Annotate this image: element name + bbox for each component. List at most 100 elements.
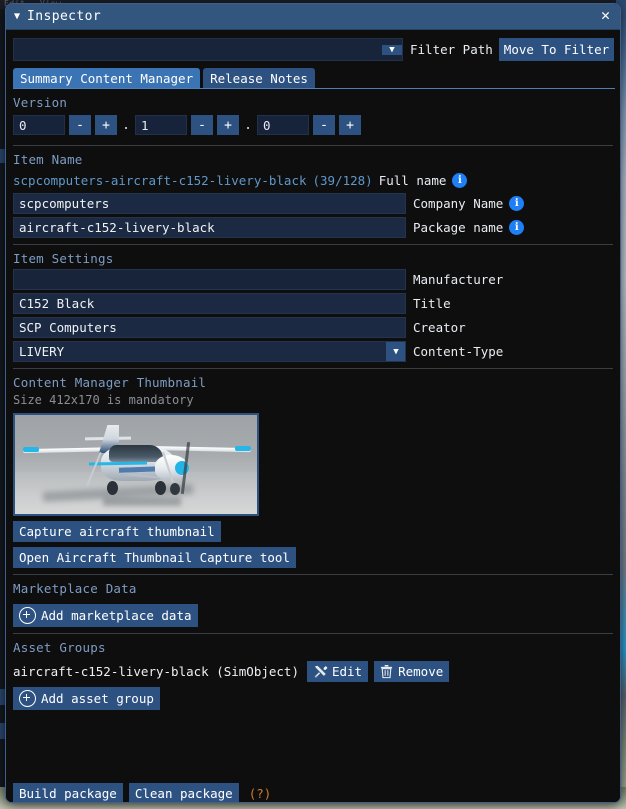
company-name-row: scpcomputers Company Name i [6, 193, 620, 214]
aircraft-cabin-windows [109, 445, 163, 462]
version-major-input[interactable]: 0 [13, 115, 65, 135]
help-link[interactable]: (?) [249, 786, 272, 801]
section-label-item-settings: Item Settings [13, 251, 114, 266]
version-major-increment-button[interactable]: + [95, 115, 117, 135]
aircraft-wheel-right [155, 481, 166, 495]
filter-bar: ▼ Filter Path Move To Filter [6, 38, 620, 61]
section-label-version: Version [13, 95, 68, 110]
triangle-down-icon[interactable]: ▼ [14, 11, 20, 22]
asset-group-name: aircraft-c152-livery-black (SimObject) [13, 664, 299, 679]
tools-icon [313, 664, 328, 679]
full-name-caption: Full name [378, 172, 447, 188]
tab-underline [13, 88, 615, 89]
trash-icon [380, 664, 393, 679]
manufacturer-input[interactable] [13, 269, 406, 290]
thumbnail-size-note: Size 412x170 is mandatory [13, 393, 194, 407]
build-package-button[interactable]: Build package [13, 782, 123, 802]
version-patch-decrement-button[interactable]: - [313, 115, 335, 135]
thumbnail-shadow-secondary [103, 497, 181, 506]
package-name-row: aircraft-c152-livery-black Package name … [6, 217, 620, 238]
remove-asset-group-button[interactable]: Remove [374, 661, 450, 682]
aircraft-wingtip-left [23, 447, 39, 452]
company-name-label: Company Name [413, 196, 504, 211]
thumbnail-preview-image[interactable] [13, 413, 259, 516]
version-major-decrement-button[interactable]: - [69, 115, 91, 135]
inspector-window: ▼ Inspector ✕ ▼ Filter Path Move To Filt… [5, 3, 621, 803]
remove-asset-group-label: Remove [398, 664, 444, 679]
edit-asset-group-button[interactable]: Edit [306, 661, 369, 682]
package-name-caption: Package name i [406, 220, 525, 235]
window-body: ▼ Filter Path Move To Filter Summary Con… [6, 38, 620, 802]
company-name-input[interactable]: scpcomputers [13, 193, 406, 214]
chevron-down-icon[interactable]: ▼ [386, 342, 405, 361]
content-type-label: Content-Type [413, 344, 504, 359]
aircraft-wheel-left [107, 481, 118, 495]
clean-package-button[interactable]: Clean package [128, 782, 239, 802]
creator-caption: Creator [406, 320, 466, 335]
title-caption: Title [406, 296, 451, 311]
version-separator-2: . [244, 117, 252, 133]
company-name-caption: Company Name i [406, 196, 525, 211]
window-title-bar[interactable]: ▼ Inspector ✕ [6, 4, 620, 30]
add-asset-group-label: Add asset group [41, 691, 154, 706]
plus-circle-icon [19, 607, 36, 624]
asset-group-item-row: aircraft-c152-livery-black (SimObject) E… [6, 658, 620, 682]
filter-path-label: Filter Path [410, 42, 493, 57]
section-label-item-name: Item Name [13, 152, 83, 167]
title-label: Title [413, 296, 451, 311]
move-to-filter-button[interactable]: Move To Filter [498, 38, 615, 61]
content-type-value: LIVERY [19, 344, 65, 359]
filter-path-combobox[interactable]: ▼ [13, 38, 403, 61]
add-asset-group-row: Add asset group [6, 682, 620, 710]
window-title: Inspector [27, 9, 102, 24]
info-icon[interactable]: i [509, 220, 525, 235]
thumbnail-wrapper [6, 411, 620, 516]
aircraft-wingtip-right [235, 446, 251, 451]
package-name-label: Package name [413, 220, 504, 235]
footer-bar: Build package Clean package (?) [6, 775, 620, 802]
tab-summary-content-manager[interactable]: Summary Content Manager [13, 68, 201, 89]
full-name-value: scpcomputers-aircraft-c152-livery-black [13, 172, 307, 188]
content-type-caption: Content-Type [406, 344, 503, 359]
creator-row: SCP Computers Creator [6, 317, 620, 338]
section-label-asset-groups: Asset Groups [13, 640, 106, 655]
section-label-marketplace: Marketplace Data [13, 581, 137, 596]
thumbnail-tool-row: Open Aircraft Thumbnail Capture tool [6, 542, 620, 568]
manufacturer-row: Manufacturer [6, 269, 620, 290]
manufacturer-caption: Manufacturer [406, 272, 503, 287]
version-separator-1: . [122, 117, 130, 133]
add-marketplace-data-button[interactable]: Add marketplace data [13, 604, 198, 627]
close-icon[interactable]: ✕ [599, 8, 612, 25]
manufacturer-label: Manufacturer [413, 272, 504, 287]
full-name-row: scpcomputers-aircraft-c152-livery-black … [6, 170, 620, 190]
info-icon[interactable]: i [452, 172, 468, 188]
capture-aircraft-thumbnail-button[interactable]: Capture aircraft thumbnail [13, 521, 221, 542]
content-type-select[interactable]: LIVERY ▼ [13, 341, 406, 362]
version-patch-input[interactable]: 0 [257, 115, 309, 135]
creator-input[interactable]: SCP Computers [13, 317, 406, 338]
content-type-row: LIVERY ▼ Content-Type [6, 341, 620, 362]
chevron-down-icon[interactable]: ▼ [382, 44, 402, 55]
version-minor-decrement-button[interactable]: - [191, 115, 213, 135]
version-minor-increment-button[interactable]: + [217, 115, 239, 135]
version-minor-input[interactable]: 1 [135, 115, 187, 135]
thumbnail-capture-row: Capture aircraft thumbnail [6, 516, 620, 542]
title-row: C152 Black Title [6, 293, 620, 314]
title-input[interactable]: C152 Black [13, 293, 406, 314]
creator-label: Creator [413, 320, 466, 335]
open-thumbnail-capture-tool-button[interactable]: Open Aircraft Thumbnail Capture tool [13, 547, 296, 568]
add-marketplace-data-label: Add marketplace data [41, 608, 192, 623]
version-patch-increment-button[interactable]: + [339, 115, 361, 135]
tab-bar: Summary Content Manager Release Notes [6, 68, 620, 89]
full-name-char-count: (39/128) [312, 172, 373, 188]
section-label-thumbnail: Content Manager Thumbnail [13, 375, 207, 390]
version-stepper-group: 0 - + . 1 - + . 0 - + [6, 113, 620, 139]
tab-release-notes[interactable]: Release Notes [203, 68, 315, 89]
plus-circle-icon [19, 690, 36, 707]
edit-asset-group-label: Edit [331, 664, 363, 679]
marketplace-button-row: Add marketplace data [6, 599, 620, 627]
info-icon[interactable]: i [509, 196, 525, 211]
package-name-input[interactable]: aircraft-c152-livery-black [13, 217, 406, 238]
aircraft-nose-wheel [170, 483, 180, 495]
add-asset-group-button[interactable]: Add asset group [13, 687, 160, 710]
